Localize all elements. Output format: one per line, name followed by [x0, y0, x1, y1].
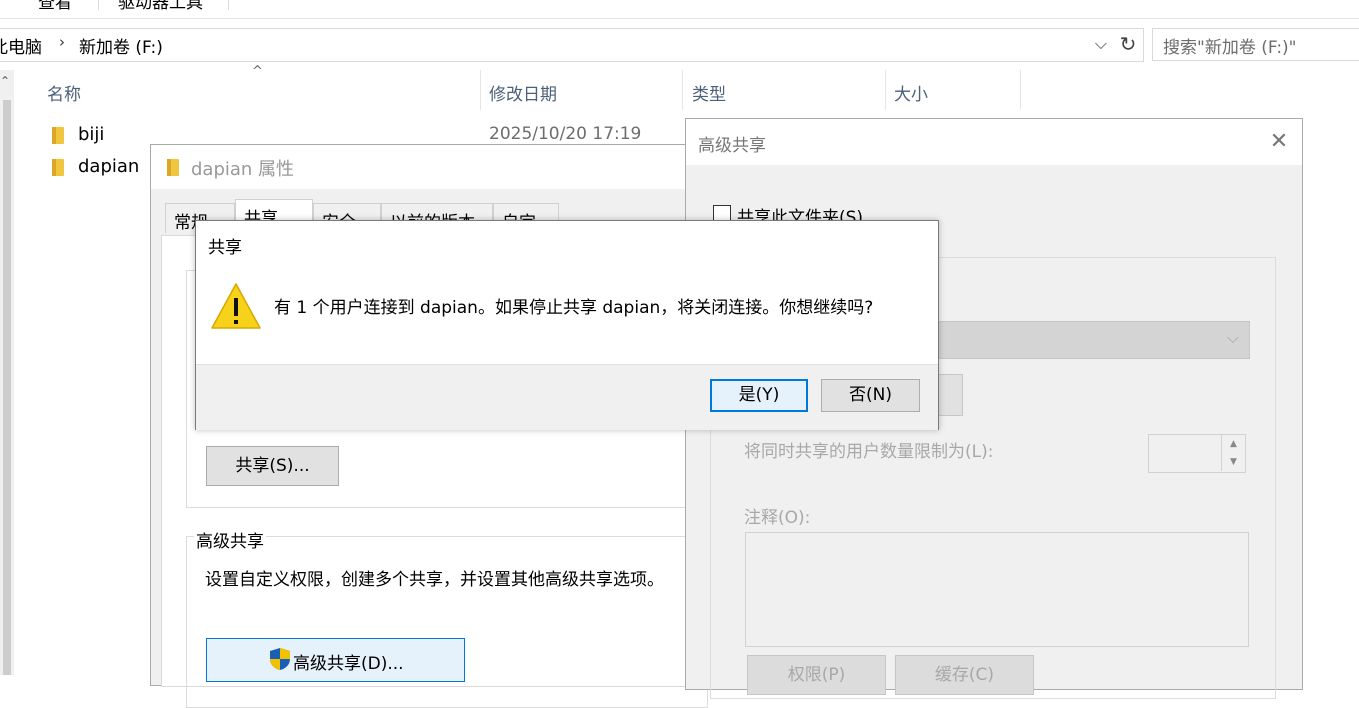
user-limit-label: 将同时共享的用户数量限制为(L):	[744, 442, 994, 462]
ribbon-tabs: 查看 驱动器工具	[0, 0, 1359, 19]
refresh-icon[interactable]: ↻	[1116, 30, 1140, 58]
uac-shield-icon	[270, 648, 290, 670]
search-input[interactable]: 搜索"新加卷 (F:)"	[1152, 28, 1359, 61]
dialog-title-bar[interactable]: dapian 属性	[151, 145, 691, 189]
advanced-share-description: 设置自定义权限，创建多个共享，并设置其他高级共享选项。	[205, 570, 664, 590]
share-button[interactable]: 共享(S)...	[206, 446, 339, 486]
dialog-title: 共享	[208, 238, 242, 258]
ribbon-tab-drive-tools[interactable]: 驱动器工具	[118, 0, 203, 13]
scrollbar-thumb[interactable]	[3, 100, 11, 675]
no-button[interactable]: 否(N)	[821, 379, 920, 412]
chevron-down-icon[interactable]: ⌵	[1090, 30, 1112, 58]
column-header-type[interactable]: 类型	[692, 80, 726, 105]
stepper-up-icon[interactable]: ▲	[1221, 435, 1245, 453]
ribbon-tab-view[interactable]: 查看	[38, 0, 72, 13]
ribbon-divider	[98, 0, 99, 10]
chevron-down-icon: ⌵	[1226, 328, 1239, 347]
folder-icon	[52, 159, 64, 176]
breadcrumb-this-pc[interactable]: 此电脑	[0, 33, 42, 58]
scroll-up-icon[interactable]: ⌃	[0, 74, 10, 88]
dialog-button-bar: 是(Y) 否(N)	[196, 364, 938, 430]
folder-icon	[52, 127, 64, 144]
dialog-title-bar[interactable]: 高级共享 ✕	[686, 119, 1302, 165]
address-bar[interactable]: 此电脑 › 新加卷 (F:)	[0, 28, 1144, 62]
ribbon-divider	[228, 0, 229, 10]
cache-button[interactable]: 缓存(C)	[895, 655, 1034, 695]
comment-label: 注释(O):	[744, 508, 811, 528]
list-item[interactable]: dapian	[52, 156, 152, 184]
sort-ascending-icon: ^	[252, 64, 263, 79]
stop-sharing-confirm-dialog: 共享 有 1 个用户连接到 dapian。如果停止共享 dapian，将关闭连接…	[195, 220, 939, 430]
user-limit-stepper[interactable]: ▲ ▼	[1148, 434, 1246, 473]
dialog-title: dapian 属性	[191, 159, 295, 180]
file-name: dapian	[78, 156, 140, 177]
chevron-right-icon[interactable]: ›	[59, 33, 65, 51]
column-header-size[interactable]: 大小	[894, 80, 928, 105]
column-divider[interactable]	[885, 70, 886, 110]
warning-icon	[211, 283, 261, 329]
stepper-down-icon[interactable]: ▼	[1221, 453, 1245, 471]
file-name: biji	[78, 124, 105, 145]
folder-icon	[167, 159, 179, 176]
column-header-date[interactable]: 修改日期	[489, 80, 557, 105]
advanced-share-button[interactable]: 高级共享(D)...	[206, 638, 465, 682]
search-placeholder: 搜索"新加卷 (F:)"	[1163, 38, 1297, 58]
yes-button[interactable]: 是(Y)	[710, 379, 808, 412]
column-divider[interactable]	[1020, 70, 1021, 110]
confirm-message: 有 1 个用户连接到 dapian。如果停止共享 dapian，将关闭连接。你想…	[274, 298, 874, 318]
comment-textarea[interactable]	[745, 532, 1249, 647]
file-date: 2025/10/20 17:19	[489, 124, 642, 144]
breadcrumb-drive[interactable]: 新加卷 (F:)	[79, 33, 163, 58]
nav-pane-scrollbar[interactable]: ⌃	[0, 70, 14, 675]
close-icon[interactable]: ✕	[1264, 127, 1294, 157]
group-title: 高级共享	[194, 527, 266, 552]
advanced-share-group	[186, 536, 708, 708]
dialog-title: 高级共享	[698, 136, 766, 156]
column-divider[interactable]	[682, 70, 683, 110]
permissions-button[interactable]: 权限(P)	[747, 655, 886, 695]
advanced-share-button-label: 高级共享(D)...	[293, 654, 404, 674]
column-header-name[interactable]: 名称	[47, 80, 81, 105]
column-divider[interactable]	[480, 70, 481, 110]
